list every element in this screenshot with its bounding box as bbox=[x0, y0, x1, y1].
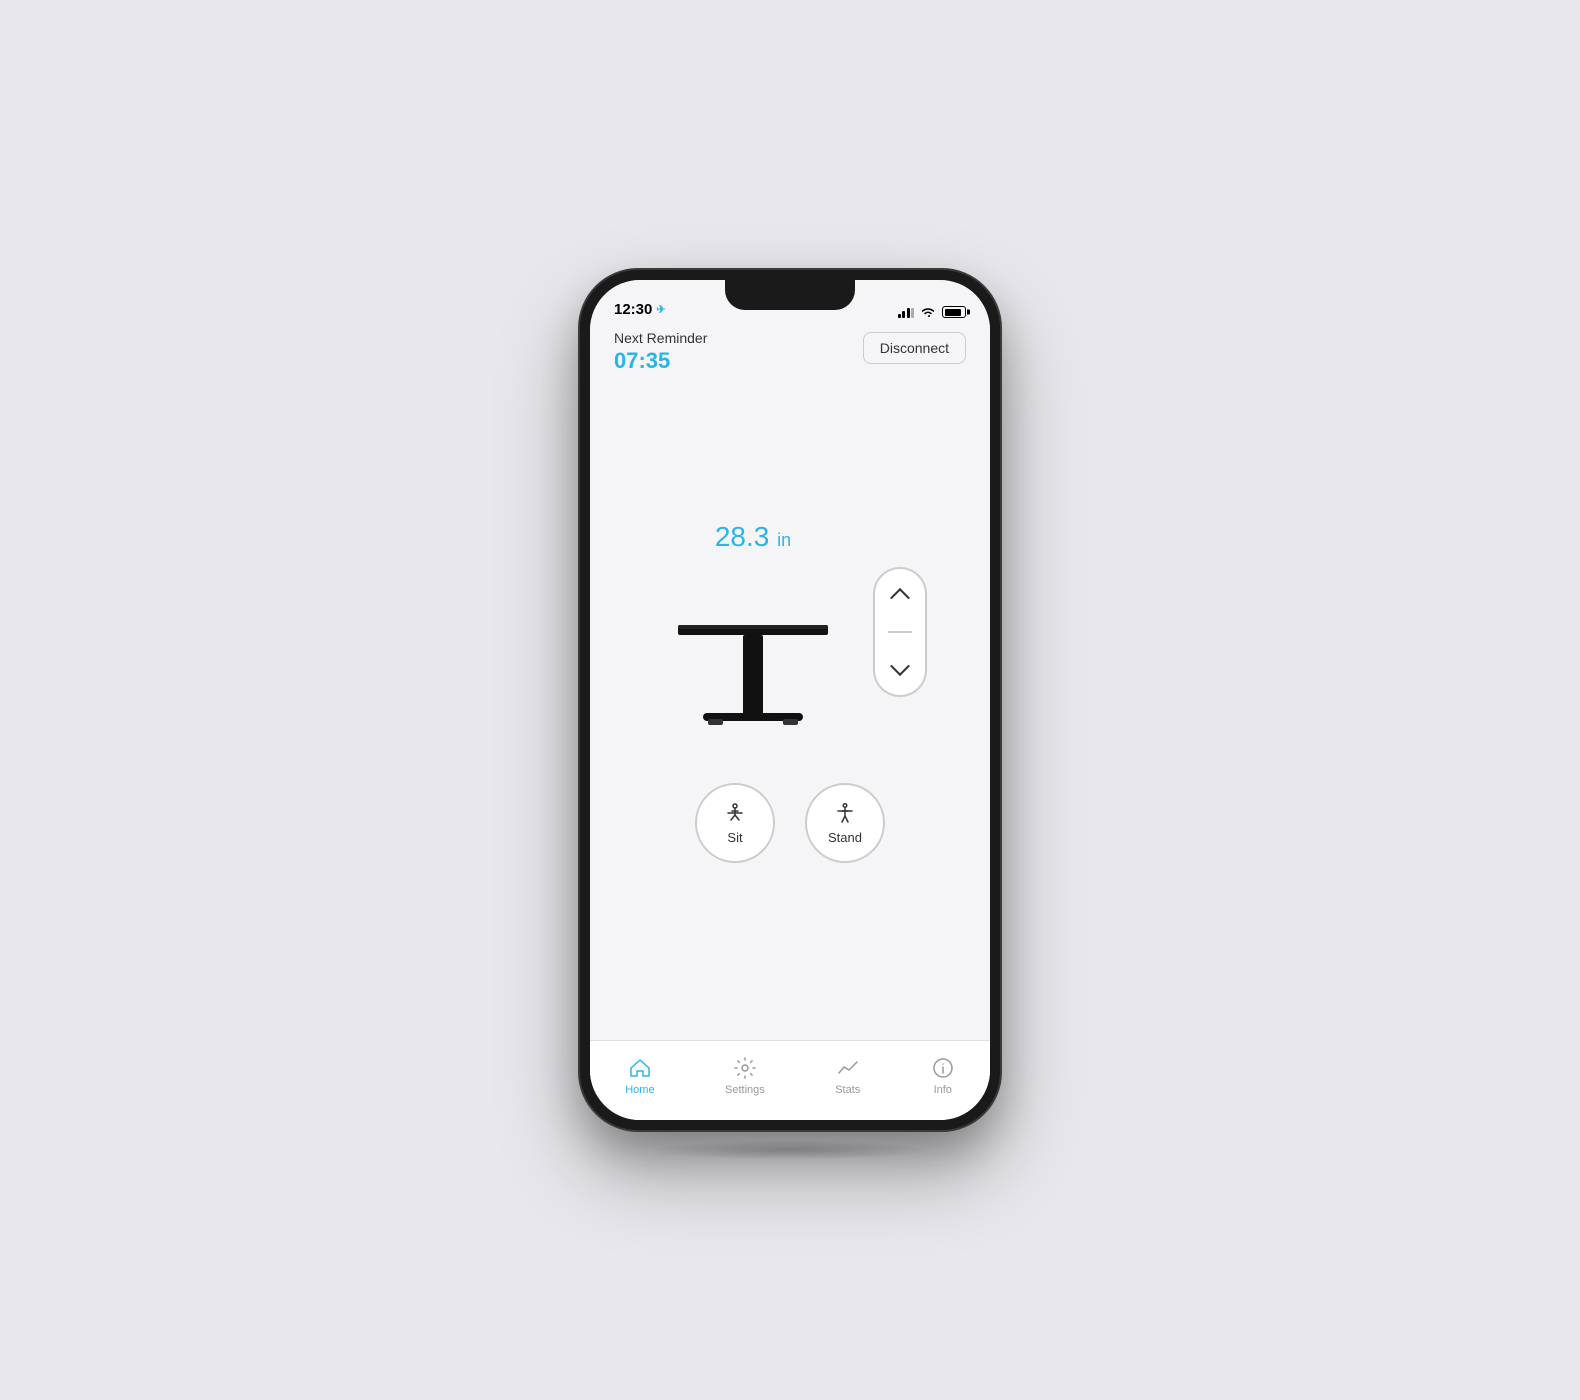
stats-icon bbox=[836, 1056, 860, 1080]
tab-settings[interactable]: Settings bbox=[713, 1050, 777, 1102]
location-icon: ✈ bbox=[656, 303, 665, 316]
chevron-down-icon bbox=[893, 662, 907, 676]
status-time: 12:30 ✈ bbox=[614, 301, 666, 318]
status-icons bbox=[898, 306, 967, 318]
tab-stats-label: Stats bbox=[835, 1084, 860, 1096]
main-area: 28.3 in bbox=[590, 384, 990, 1040]
reminder-section: Next Reminder 07:35 bbox=[614, 330, 707, 374]
info-icon bbox=[931, 1056, 955, 1080]
desk-height-unit: in bbox=[777, 530, 791, 550]
tab-home-label: Home bbox=[625, 1084, 654, 1096]
time-display: 12:30 bbox=[614, 301, 652, 318]
desk-height-display: 28.3 in bbox=[715, 521, 791, 553]
tab-info[interactable]: Info bbox=[919, 1050, 967, 1102]
reminder-time: 07:35 bbox=[614, 348, 707, 374]
tab-stats[interactable]: Stats bbox=[823, 1050, 872, 1102]
desk-container: 28.3 in bbox=[653, 521, 927, 743]
signal-icon bbox=[898, 306, 915, 318]
disconnect-button[interactable]: Disconnect bbox=[863, 332, 966, 364]
tab-home[interactable]: Home bbox=[613, 1050, 666, 1102]
stand-label: Stand bbox=[828, 830, 862, 845]
tab-settings-label: Settings bbox=[725, 1084, 765, 1096]
stand-button[interactable]: Stand bbox=[805, 783, 885, 863]
chevron-up-icon bbox=[893, 588, 907, 602]
height-down-button[interactable] bbox=[882, 651, 918, 687]
tab-bar: Home Settings Stats bbox=[590, 1040, 990, 1120]
app-screen: 12:30 ✈ bbox=[590, 280, 990, 1120]
desk-illustration bbox=[653, 563, 853, 743]
reminder-label: Next Reminder bbox=[614, 330, 707, 346]
stand-icon bbox=[833, 802, 857, 826]
phone-screen: 12:30 ✈ bbox=[590, 280, 990, 1120]
preset-buttons: Sit Stand bbox=[695, 783, 885, 863]
battery-icon bbox=[942, 306, 966, 318]
settings-icon bbox=[733, 1056, 757, 1080]
phone-shadow bbox=[650, 1140, 930, 1160]
tab-info-label: Info bbox=[934, 1084, 952, 1096]
height-up-button[interactable] bbox=[882, 577, 918, 613]
home-icon bbox=[628, 1056, 652, 1080]
wifi-icon bbox=[920, 306, 936, 318]
controller-divider bbox=[888, 631, 912, 633]
height-controller bbox=[873, 567, 927, 697]
phone-frame: 12:30 ✈ bbox=[580, 270, 1000, 1130]
sit-button[interactable]: Sit bbox=[695, 783, 775, 863]
sit-label: Sit bbox=[727, 830, 742, 845]
sit-icon bbox=[723, 802, 747, 826]
desk-height-value: 28.3 bbox=[715, 521, 770, 552]
phone-notch bbox=[725, 280, 855, 310]
desk-visual: 28.3 in bbox=[653, 521, 853, 743]
